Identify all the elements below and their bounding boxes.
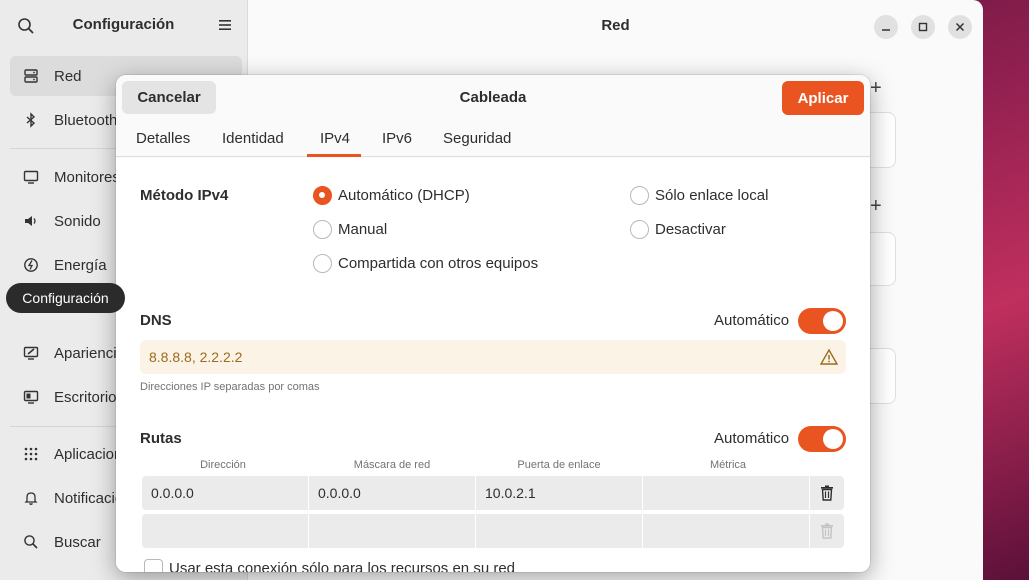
dns-label: DNS [140, 312, 172, 329]
sidebar-item-label: Bluetooth [54, 111, 118, 129]
radio-label: Compartida con otros equipos [338, 255, 539, 272]
radio-label: Sólo enlace local [655, 187, 769, 204]
tab-ipv4[interactable]: IPv4 [320, 130, 350, 147]
route-netmask-input[interactable] [309, 514, 476, 548]
speaker-icon [22, 212, 40, 230]
maximize-button[interactable] [911, 15, 935, 39]
minimize-button[interactable] [874, 15, 898, 39]
radio-button-checked[interactable] [313, 186, 332, 205]
active-tab-indicator [307, 154, 361, 157]
add-vpn-icon[interactable]: + [870, 195, 882, 218]
sidebar-item-label: Monitores [54, 168, 120, 186]
route-address-input[interactable] [142, 514, 309, 548]
radio-button[interactable] [313, 254, 332, 273]
radio-desactivar[interactable]: Desactivar [630, 220, 726, 239]
radio-compartida[interactable]: Compartida con otros equipos [313, 254, 538, 273]
trash-icon [821, 485, 833, 501]
warning-icon [820, 348, 838, 365]
tooltip: Configuración [6, 283, 125, 313]
restrict-to-local-checkbox-row[interactable]: Usar esta conexión sólo para los recurso… [144, 559, 515, 572]
trash-icon [821, 523, 833, 539]
dns-auto-label: Automático [714, 312, 790, 329]
route-metric-input[interactable] [643, 476, 810, 510]
column-header-metrica: Métrica [709, 459, 747, 471]
sidebar-item-label: Escritorio [54, 388, 117, 406]
routes-auto-toggle[interactable] [798, 426, 846, 452]
column-header-direccion: Dirección [200, 459, 246, 471]
dns-hint: Direcciones IP separadas por comas [140, 381, 320, 393]
radio-button[interactable] [630, 220, 649, 239]
delete-route-button-disabled [810, 514, 844, 548]
apps-grid-icon [22, 445, 40, 463]
tab-detalles[interactable]: Detalles [136, 130, 190, 147]
radio-button[interactable] [630, 186, 649, 205]
connection-dialog: Cancelar Cableada Aplicar Detalles Ident… [116, 75, 870, 572]
close-button[interactable] [948, 15, 972, 39]
display-icon [22, 168, 40, 186]
route-gateway-input[interactable] [476, 514, 643, 548]
radio-label: Desactivar [655, 221, 726, 238]
appearance-icon [22, 344, 40, 362]
dns-input[interactable]: 8.8.8.8, 2.2.2.2 [140, 340, 846, 374]
radio-automatico-dhcp[interactable]: Automático (DHCP) [313, 186, 470, 205]
power-icon [22, 256, 40, 274]
dialog-body: Método IPv4 Automático (DHCP) Sólo enlac… [116, 158, 870, 572]
tab-seguridad[interactable]: Seguridad [443, 130, 511, 147]
sidebar-item-label: Buscar [54, 533, 101, 551]
dialog-header: Cancelar Cableada Aplicar Detalles Ident… [116, 75, 870, 157]
route-row [142, 514, 844, 548]
checkbox[interactable] [144, 559, 163, 572]
route-metric-input[interactable] [643, 514, 810, 548]
search-icon [22, 533, 40, 551]
dialog-title: Cableada [459, 89, 527, 106]
radio-label: Automático (DHCP) [338, 187, 470, 204]
sidebar-item-label: Apariencia [54, 344, 125, 362]
hamburger-menu-icon[interactable] [217, 17, 233, 33]
radio-label: Manual [338, 221, 388, 238]
tab-ipv6[interactable]: IPv6 [382, 130, 412, 147]
sidebar-item-label: Energía [54, 256, 107, 274]
route-address-input[interactable]: 0.0.0.0 [142, 476, 309, 510]
add-connection-icon[interactable]: + [870, 77, 882, 100]
main-header: Red [248, 0, 983, 52]
radio-manual[interactable]: Manual [313, 220, 387, 239]
radio-solo-enlace-local[interactable]: Sólo enlace local [630, 186, 768, 205]
method-label: Método IPv4 [140, 187, 229, 204]
radio-button[interactable] [313, 220, 332, 239]
column-header-mascara: Máscara de red [353, 459, 431, 471]
dns-auto-toggle[interactable] [798, 308, 846, 334]
bluetooth-icon [22, 111, 40, 129]
delete-route-button[interactable] [810, 476, 844, 510]
dns-value: 8.8.8.8, 2.2.2.2 [149, 349, 243, 365]
routes-label: Rutas [140, 430, 182, 447]
sidebar-item-label: Sonido [54, 212, 101, 230]
routes-auto-label: Automático [714, 430, 790, 447]
bell-icon [22, 489, 40, 507]
sidebar-header: Configuración [0, 0, 247, 52]
checkbox-label: Usar esta conexión sólo para los recurso… [169, 560, 516, 572]
network-wired-icon [22, 67, 40, 85]
apply-button[interactable]: Aplicar [782, 81, 864, 115]
tab-identidad[interactable]: Identidad [222, 130, 284, 147]
route-row: 0.0.0.0 0.0.0.0 10.0.2.1 [142, 476, 844, 510]
page-title: Red [601, 17, 630, 34]
desktop-icon [22, 388, 40, 406]
route-gateway-input[interactable]: 10.0.2.1 [476, 476, 643, 510]
route-netmask-input[interactable]: 0.0.0.0 [309, 476, 476, 510]
sidebar-item-label: Red [54, 67, 82, 85]
sidebar-title: Configuración [72, 16, 175, 33]
column-header-puerta: Puerta de enlace [517, 459, 601, 471]
